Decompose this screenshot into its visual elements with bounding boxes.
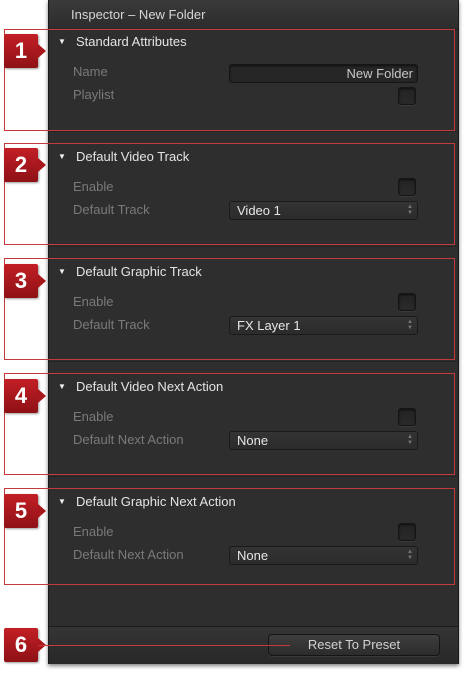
inspector-title: Inspector – New Folder [49, 0, 458, 30]
divider [49, 361, 458, 362]
callout-box [4, 143, 455, 245]
callout-badge: 6 [4, 628, 46, 662]
callout-badge: 1 [4, 34, 46, 68]
callout-leader-line [38, 645, 290, 646]
callout-box [4, 373, 455, 475]
divider [49, 246, 458, 247]
reset-to-preset-button[interactable]: Reset To Preset [268, 634, 440, 656]
callout-box [4, 258, 455, 360]
callout-badge: 4 [4, 379, 46, 413]
callout-badge: 3 [4, 264, 46, 298]
divider [49, 476, 458, 477]
callout-box [4, 29, 455, 131]
callout-badge: 2 [4, 148, 46, 182]
callout-box [4, 488, 455, 585]
callout-badge: 5 [4, 494, 46, 528]
divider [49, 131, 458, 132]
